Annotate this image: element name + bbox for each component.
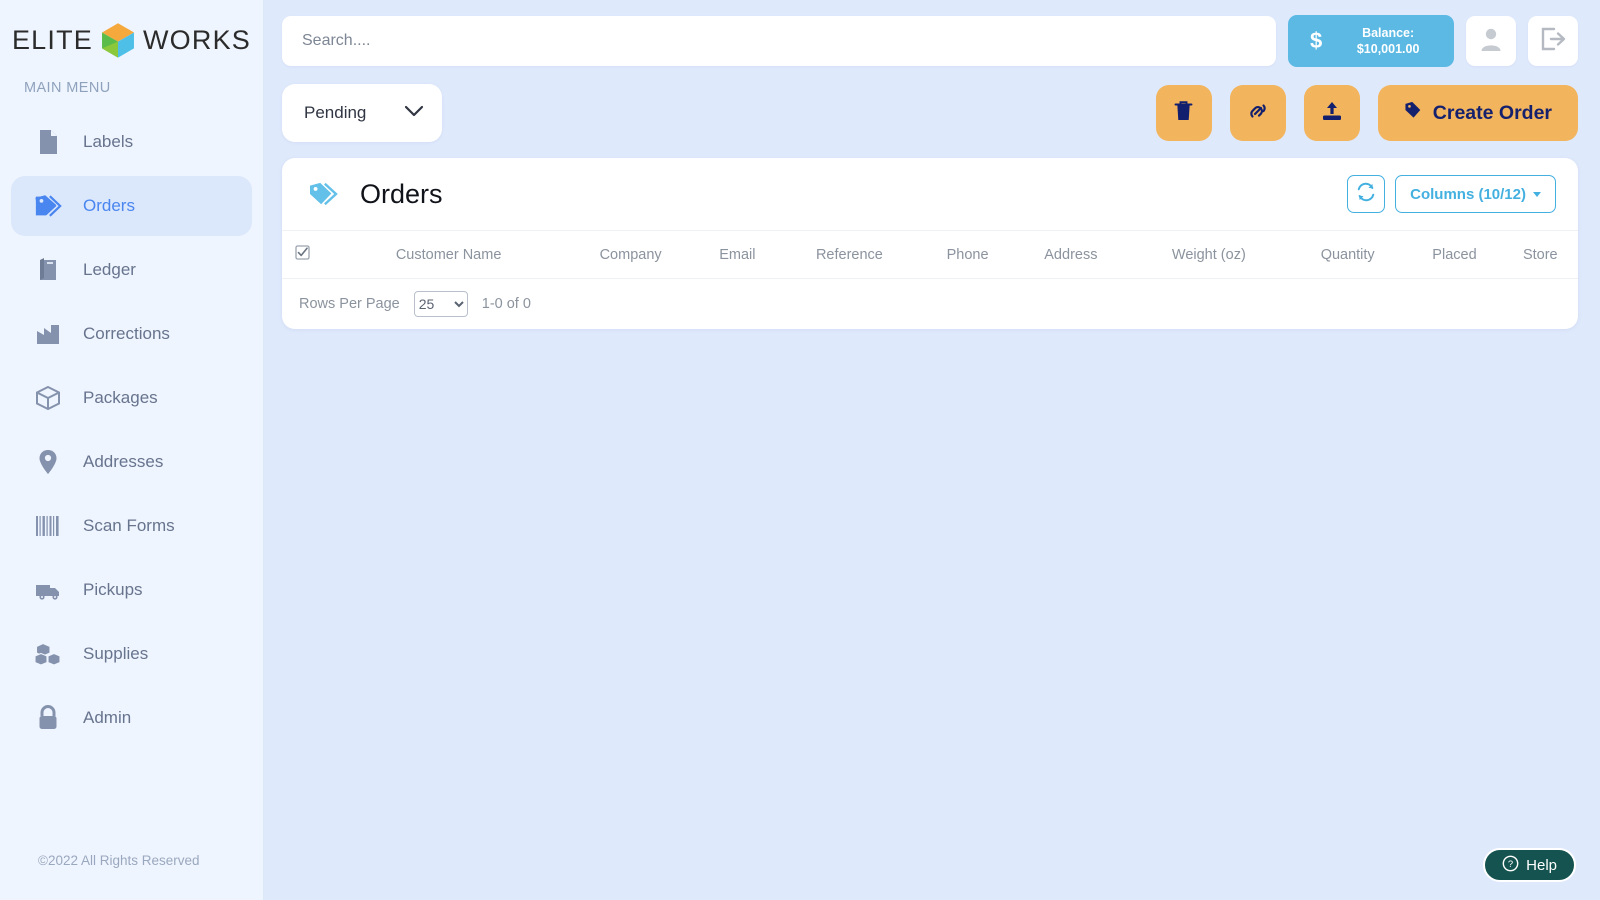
sidebar-item-label: Supplies — [83, 644, 149, 663]
brand-name-right: WORKS — [143, 24, 252, 55]
profile-button[interactable] — [1466, 16, 1516, 66]
sidebar-section-label: MAIN MENU — [24, 80, 111, 96]
create-order-label: Create Order — [1432, 101, 1552, 124]
book-icon — [33, 255, 63, 285]
svg-text:?: ? — [1508, 858, 1513, 869]
tag-icon — [33, 191, 63, 221]
sidebar-item-label: Pickups — [83, 580, 143, 599]
page-title: Orders — [360, 178, 443, 209]
sidebar-nav: Labels Orders Ledger Corrections Package… — [0, 112, 263, 748]
sidebar-item-scan-forms[interactable]: Scan Forms — [11, 496, 252, 556]
column-header[interactable]: Quantity — [1289, 230, 1407, 279]
column-header[interactable]: Email — [698, 230, 777, 279]
column-header[interactable]: Weight (oz) — [1128, 230, 1290, 279]
barcode-icon — [33, 511, 63, 541]
table-header-row: Customer Name Company Email Reference Ph… — [282, 230, 1578, 279]
boxes-icon — [33, 639, 63, 669]
dollar-icon: $ — [1310, 28, 1323, 53]
sidebar-item-pickups[interactable]: Pickups — [11, 560, 252, 620]
refresh-icon — [1356, 182, 1376, 207]
app-root: ELITE WORKS MAIN MENU Labels Orders Ledg… — [0, 0, 1600, 900]
trash-icon — [1174, 100, 1193, 127]
status-filter-value: Pending — [304, 103, 367, 122]
balance-label: Balance: — [1362, 26, 1415, 40]
create-order-button[interactable]: Create Order — [1377, 85, 1578, 141]
caret-down-icon — [1533, 191, 1541, 197]
sidebar-copyright: ©2022 All Rights Reserved — [38, 853, 200, 868]
orders-card: Orders Columns (10/12) Customer Name Com… — [282, 158, 1578, 329]
sidebar-item-label: Addresses — [83, 452, 164, 471]
delete-button[interactable] — [1155, 85, 1212, 141]
columns-dropdown-button[interactable]: Columns (10/12) — [1395, 175, 1556, 213]
tag-icon — [1404, 101, 1424, 125]
help-label: Help — [1526, 856, 1557, 874]
user-icon — [1479, 26, 1503, 57]
link-icon — [1247, 100, 1269, 127]
rows-per-page-select[interactable]: 2550100 — [413, 291, 468, 317]
select-all-checkbox[interactable] — [282, 230, 334, 279]
sidebar-item-corrections[interactable]: Corrections — [11, 304, 252, 364]
link-button[interactable] — [1229, 85, 1286, 141]
action-bar: Pending Create Order — [264, 68, 1600, 144]
rows-per-page-label: Rows Per Page — [299, 296, 400, 312]
orders-table-header: Customer Name Company Email Reference Ph… — [282, 230, 1578, 279]
chevron-down-icon — [404, 103, 424, 123]
sidebar-item-addresses[interactable]: Addresses — [11, 432, 252, 492]
sidebar-item-label: Labels — [83, 132, 134, 151]
sidebar-item-label: Ledger — [83, 260, 136, 279]
sidebar-item-label: Admin — [83, 708, 132, 727]
sidebar-item-orders[interactable]: Orders — [11, 176, 252, 236]
columns-label: Columns (10/12) — [1410, 185, 1526, 203]
column-header[interactable]: Store — [1502, 230, 1578, 279]
tag-icon — [308, 181, 338, 207]
upload-button[interactable] — [1303, 85, 1360, 141]
upload-icon — [1321, 100, 1343, 127]
logout-button[interactable] — [1528, 16, 1578, 66]
column-header[interactable]: Reference — [776, 230, 923, 279]
topbar: $ Balance: $10,001.00 — [264, 0, 1600, 68]
column-header[interactable]: Placed — [1406, 230, 1503, 279]
checkbox-checked-icon — [295, 245, 310, 264]
sidebar-item-label: Scan Forms — [83, 516, 175, 535]
logout-icon — [1540, 27, 1566, 56]
sidebar-item-supplies[interactable]: Supplies — [11, 624, 252, 684]
sidebar-item-admin[interactable]: Admin — [11, 688, 252, 748]
column-header[interactable]: Customer Name — [334, 230, 564, 279]
help-button[interactable]: ? Help — [1483, 848, 1576, 882]
column-header[interactable]: Address — [1013, 230, 1129, 279]
search-input[interactable] — [282, 16, 1276, 66]
orders-table: Customer Name Company Email Reference Ph… — [282, 230, 1578, 279]
box-icon — [33, 383, 63, 413]
lock-icon — [33, 703, 63, 733]
brand-name-left: ELITE — [11, 24, 93, 55]
brand-logo[interactable]: ELITE WORKS — [0, 0, 263, 58]
table-pagination: Rows Per Page 2550100 1-0 of 0 — [282, 279, 1578, 329]
factory-icon — [33, 319, 63, 349]
column-header[interactable]: Company — [563, 230, 698, 279]
refresh-button[interactable] — [1347, 175, 1386, 213]
sidebar-item-ledger[interactable]: Ledger — [11, 240, 252, 300]
sidebar-item-labels[interactable]: Labels — [11, 112, 252, 172]
truck-icon — [33, 575, 63, 605]
sidebar-item-packages[interactable]: Packages — [11, 368, 252, 428]
status-filter-dropdown[interactable]: Pending — [282, 84, 442, 142]
cube-logo-icon — [97, 19, 139, 61]
question-circle-icon: ? — [1502, 855, 1519, 876]
map-pin-icon — [33, 447, 63, 477]
orders-card-header: Orders Columns (10/12) — [282, 158, 1578, 230]
balance-amount: $10,001.00 — [1356, 42, 1420, 56]
document-icon — [33, 127, 63, 157]
sidebar-item-label: Packages — [83, 388, 158, 407]
sidebar: ELITE WORKS MAIN MENU Labels Orders Ledg… — [0, 0, 264, 900]
pagination-range: 1-0 of 0 — [481, 296, 531, 312]
column-header[interactable]: Phone — [922, 230, 1014, 279]
sidebar-item-label: Corrections — [83, 324, 170, 343]
main-content: $ Balance: $10,001.00 — [264, 0, 1600, 900]
sidebar-item-label: Orders — [83, 196, 135, 215]
balance-button[interactable]: $ Balance: $10,001.00 — [1288, 15, 1454, 67]
